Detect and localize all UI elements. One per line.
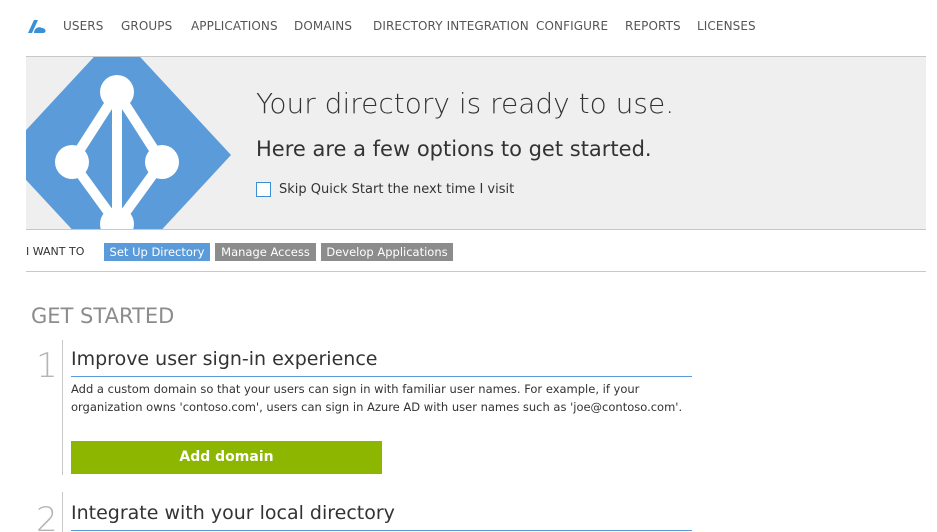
hero-subtitle: Here are a few options to get started. <box>256 137 652 161</box>
step-divider <box>62 340 63 475</box>
step-title-underline <box>71 376 692 377</box>
tab-manage-access[interactable]: Manage Access <box>215 243 316 261</box>
get-started-heading: GET STARTED <box>31 304 175 328</box>
i-want-to-label: I WANT TO <box>26 245 85 258</box>
step-description: Add a custom domain so that your users c… <box>71 382 683 414</box>
top-nav: USERS GROUPS APPLICATIONS DOMAINS DIRECT… <box>0 0 937 54</box>
azure-cloud-icon[interactable] <box>25 17 47 35</box>
add-domain-button[interactable]: Add domain <box>71 441 382 474</box>
nav-applications[interactable]: APPLICATIONS <box>191 19 278 33</box>
hero-title: Your directory is ready to use. <box>256 87 675 120</box>
quick-start-hero: Your directory is ready to use. Here are… <box>26 56 926 230</box>
nav-licenses[interactable]: LICENSES <box>697 19 756 33</box>
azure-ad-logo-icon <box>26 57 231 229</box>
step-title-underline <box>71 530 692 531</box>
tab-develop-applications[interactable]: Develop Applications <box>321 243 453 261</box>
nav-configure[interactable]: CONFIGURE <box>536 19 608 33</box>
step-number: 1 <box>36 346 58 386</box>
tab-set-up-directory[interactable]: Set Up Directory <box>104 243 210 261</box>
nav-directory-integration[interactable]: DIRECTORY INTEGRATION <box>373 19 529 33</box>
step-title: Improve user sign-in experience <box>71 348 378 370</box>
divider <box>26 271 926 272</box>
nav-reports[interactable]: REPORTS <box>625 19 681 33</box>
page: USERS GROUPS APPLICATIONS DOMAINS DIRECT… <box>0 0 937 532</box>
skip-quick-start-label[interactable]: Skip Quick Start the next time I visit <box>279 182 514 197</box>
step-title: Integrate with your local directory <box>71 502 395 524</box>
step-number: 2 <box>36 500 58 532</box>
nav-users[interactable]: USERS <box>63 19 103 33</box>
step-divider <box>62 492 63 532</box>
nav-domains[interactable]: DOMAINS <box>294 19 352 33</box>
skip-quick-start-checkbox[interactable] <box>256 182 271 197</box>
nav-groups[interactable]: GROUPS <box>121 19 172 33</box>
